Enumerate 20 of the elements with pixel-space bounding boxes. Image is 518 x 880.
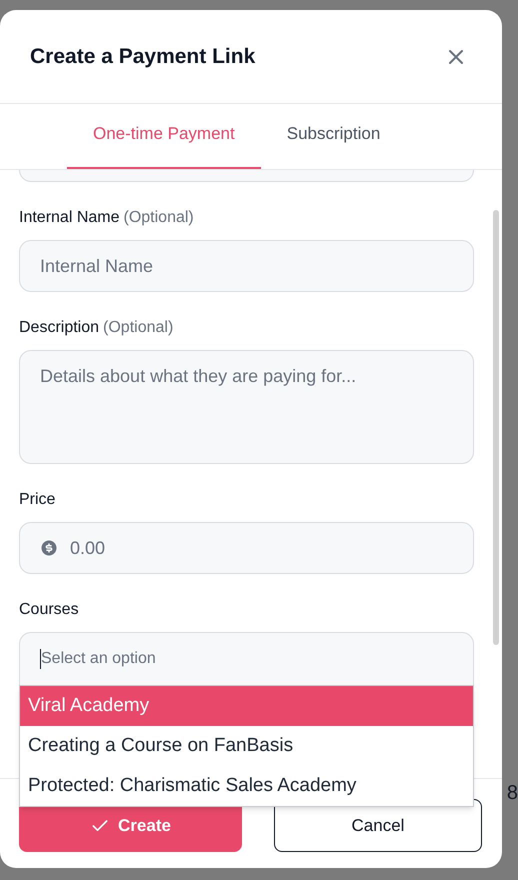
placeholder-text: 0.00 — [70, 536, 106, 560]
field-label: Description — [19, 318, 100, 338]
background-text: 8 — [506, 781, 518, 806]
select-field[interactable]: Select an option — [19, 632, 474, 686]
description-textarea[interactable]: Details about what they are paying for... — [19, 350, 474, 464]
tab[interactable]: Subscription — [260, 104, 406, 169]
field-label: Price — [19, 490, 56, 510]
field-label: Internal Name — [19, 208, 120, 228]
dropdown-option[interactable]: Creating a Course on FanBasis — [20, 726, 473, 766]
dropdown-option[interactable]: Protected: Charismatic Sales Academy — [20, 766, 473, 806]
text-cursor — [40, 649, 41, 669]
field-label: Courses — [19, 600, 79, 620]
price-input[interactable]: 0.00 — [19, 522, 474, 574]
text-input[interactable]: Internal Name — [19, 240, 474, 292]
dialog-title: Create a Payment Link — [30, 44, 256, 70]
dollar-icon — [40, 539, 58, 557]
dropdown-option[interactable]: Viral Academy — [20, 686, 473, 726]
placeholder-text: Select an option — [41, 649, 156, 669]
optional-hint: (Optional) — [124, 208, 194, 228]
optional-hint: (Optional) — [103, 318, 174, 338]
